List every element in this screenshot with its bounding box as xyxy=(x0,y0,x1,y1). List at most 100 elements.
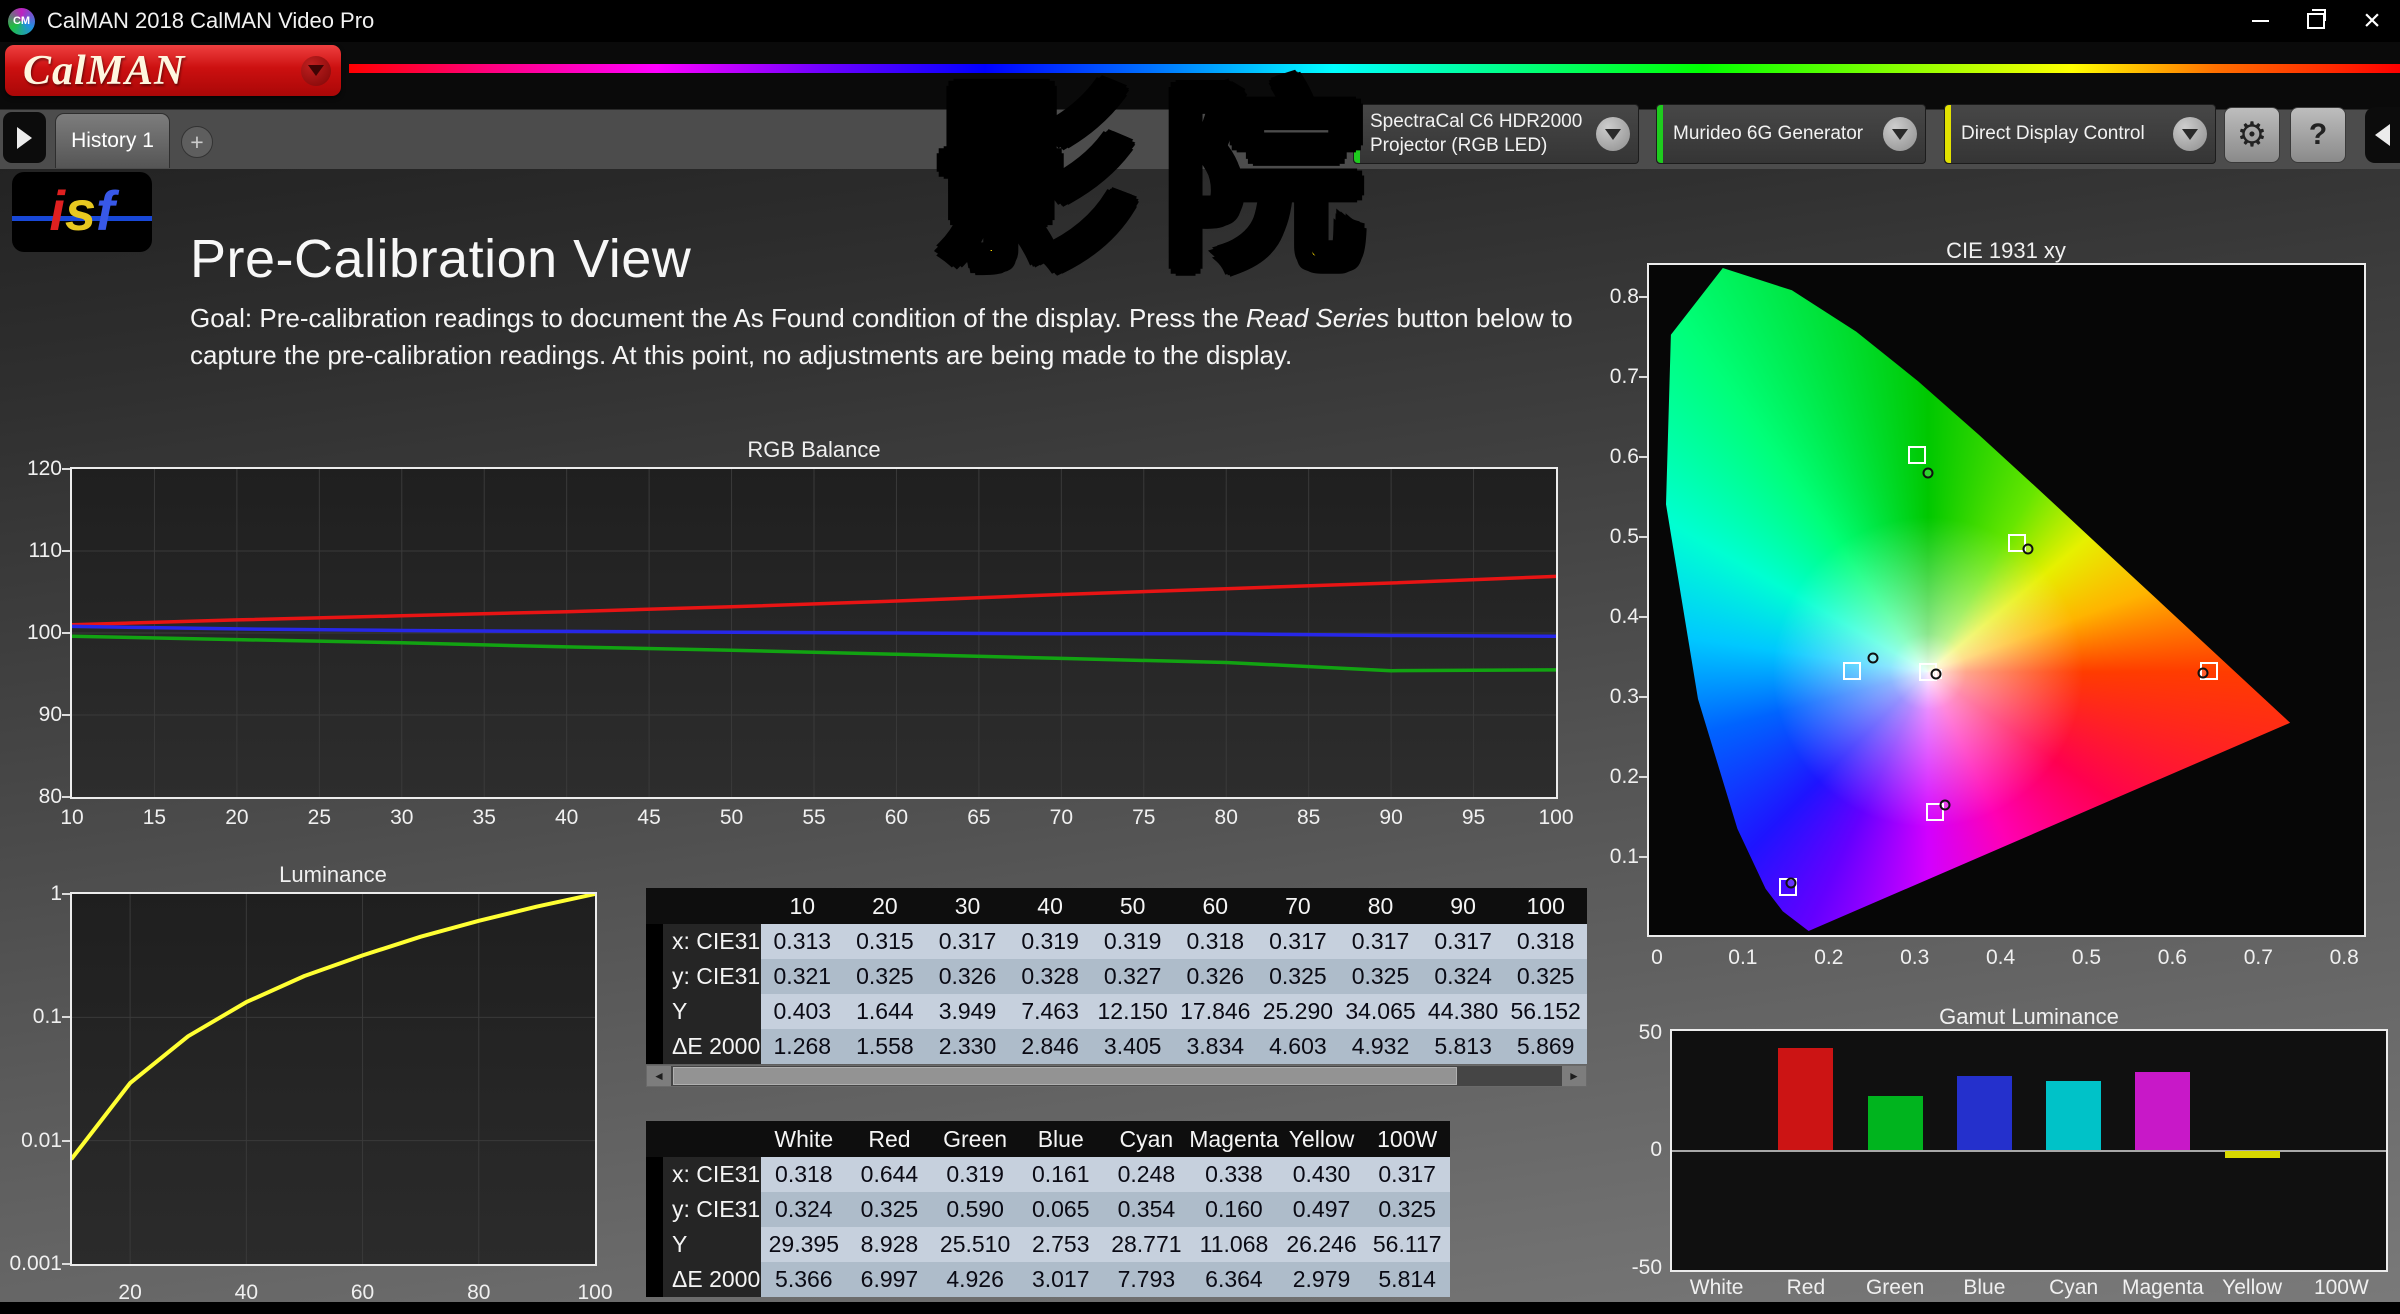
luminance-xtick-label: 40 xyxy=(234,1281,259,1304)
grayscale-table-cell: 0.327 xyxy=(1091,959,1174,994)
cie-measured-cyan xyxy=(1867,652,1879,664)
cie-xtick-label: 0.8 xyxy=(2329,946,2359,969)
gamut-table-row-label: x: CIE31 xyxy=(663,1157,761,1192)
rgb-xtick-label: 65 xyxy=(967,806,991,829)
rgb-balance-chart xyxy=(70,467,1558,799)
scrollbar-thumb[interactable] xyxy=(673,1067,1458,1085)
rgb-ytick-mark xyxy=(62,632,70,634)
isf-letter-f: f xyxy=(96,179,115,243)
rgb-xtick-label: 45 xyxy=(637,806,661,829)
source-status-bar xyxy=(1657,105,1663,163)
gamut-table-cell: 28.771 xyxy=(1103,1227,1190,1262)
cie-ytick-mark xyxy=(1639,376,1647,378)
close-button[interactable]: × xyxy=(2344,0,2400,42)
cie-ytick-mark xyxy=(1639,616,1647,618)
meter-line2: Projector (RGB LED) xyxy=(1370,135,1548,156)
rgb-balance-title: RGB Balance xyxy=(747,437,881,462)
window-title: CalMAN 2018 CalMAN Video Pro xyxy=(47,8,375,33)
meter-dropdown-button[interactable] xyxy=(1596,117,1630,151)
settings-button[interactable]: ⚙ xyxy=(2224,107,2280,163)
cie-ytick-label: 0.6 xyxy=(1609,445,1639,468)
grayscale-table-scrollbar[interactable]: ◄ ► xyxy=(646,1065,1587,1087)
minimize-button[interactable] xyxy=(2232,0,2288,42)
luminance-xtick-label: 80 xyxy=(467,1281,491,1304)
gamut-category-label: Magenta xyxy=(2122,1276,2204,1299)
meter-dropdown[interactable]: SpectraCal C6 HDR2000 Projector (RGB LED… xyxy=(1353,104,1639,164)
display-control-dropdown-button[interactable] xyxy=(2173,117,2207,151)
gamut-table-row-label: ΔE 2000 xyxy=(663,1262,761,1297)
calman-menu-button[interactable]: CalMAN xyxy=(5,45,341,96)
gamut-table-header-cell: Magenta xyxy=(1189,1121,1279,1157)
scroll-left-button[interactable]: ◄ xyxy=(647,1066,671,1086)
page-title: Pre-Calibration View xyxy=(190,229,692,289)
close-icon: × xyxy=(2363,4,2381,37)
cie-xtick-label: 0.5 xyxy=(2071,946,2102,969)
luminance-ytick-mark xyxy=(62,893,70,895)
cie-ytick-label: 0.3 xyxy=(1609,685,1639,708)
calman-menu-dropdown-icon[interactable] xyxy=(301,55,331,86)
gamut-table-header-cell: Red xyxy=(846,1121,933,1157)
help-icon: ? xyxy=(2308,118,2328,151)
gamut-table-cell: 4.926 xyxy=(932,1262,1018,1297)
source-dropdown[interactable]: Murideo 6G Generator xyxy=(1656,104,1926,164)
cie-ytick-mark xyxy=(1639,536,1647,538)
gamut-table-cell: 25.510 xyxy=(932,1227,1018,1262)
gamut-table-cell: 0.160 xyxy=(1189,1192,1279,1227)
gamut-luminance-title: Gamut Luminance xyxy=(1939,1004,2119,1029)
source-dropdown-button[interactable] xyxy=(1883,117,1917,151)
rgb-xtick-label: 85 xyxy=(1296,806,1321,829)
goal-prefix: Goal: Pre-calibration readings to docume… xyxy=(190,303,1247,333)
cie-measured-green xyxy=(1922,467,1934,479)
grayscale-table-cell: 0.319 xyxy=(1008,924,1092,959)
scroll-right-icon: ► xyxy=(1568,1069,1580,1083)
grayscale-table-cell: 5.869 xyxy=(1504,1029,1587,1064)
restore-icon xyxy=(2307,9,2326,29)
grayscale-table-cell: 7.463 xyxy=(1008,994,1092,1029)
cie-xtick-label: 0.4 xyxy=(1985,946,2016,969)
gamut-table-cell: 0.338 xyxy=(1189,1157,1279,1192)
rgb-xtick-label: 10 xyxy=(60,806,84,829)
app-icon-text: CM xyxy=(12,15,31,27)
gamut-table-header-cell: White xyxy=(761,1121,847,1157)
gamut-table-cell: 29.395 xyxy=(761,1227,847,1262)
luminance-xtick-label: 100 xyxy=(577,1281,613,1304)
gamut-table-cell: 0.354 xyxy=(1103,1192,1190,1227)
grayscale-table-header-cell: 90 xyxy=(1421,888,1505,924)
display-control-dropdown[interactable]: Direct Display Control xyxy=(1944,104,2216,164)
grayscale-table-cell: 1.268 xyxy=(761,1029,844,1064)
grayscale-table-cell: 0.317 xyxy=(1256,924,1340,959)
cie-measured-blue xyxy=(1785,877,1797,889)
scroll-right-button[interactable]: ► xyxy=(1562,1066,1586,1086)
luminance-xtick-label: 60 xyxy=(350,1281,375,1304)
luminance-ytick-label: 0.1 xyxy=(32,1005,62,1029)
rgb-xtick-label: 50 xyxy=(719,806,744,829)
grayscale-table-header-cell: 80 xyxy=(1339,888,1422,924)
collapse-panel-button[interactable] xyxy=(2365,107,2400,163)
cie-ytick-mark xyxy=(1639,456,1647,458)
grayscale-table-cell: 0.317 xyxy=(1339,924,1422,959)
gamut-table-header-cell: 100W xyxy=(1364,1121,1450,1157)
cie-xtick-label: 0.3 xyxy=(1900,946,1930,969)
grayscale-table-cell: 0.326 xyxy=(926,959,1009,994)
gamut-table-cell: 2.753 xyxy=(1017,1227,1104,1262)
gamut-ytick-label: -50 xyxy=(1631,1256,1662,1279)
grayscale-table-cell: 34.065 xyxy=(1339,994,1422,1029)
arrow-left-icon xyxy=(2375,124,2390,146)
gamut-table-cell: 11.068 xyxy=(1189,1227,1279,1262)
tab-history-label: History 1 xyxy=(71,129,154,152)
grayscale-table-header-cell: 10 xyxy=(761,888,844,924)
cie-measured-red xyxy=(2197,667,2209,679)
rgb-xtick-label: 75 xyxy=(1132,806,1156,829)
scrollbar-track[interactable] xyxy=(671,1066,1562,1086)
tab-history-1[interactable]: History 1 xyxy=(55,113,170,168)
help-button[interactable]: ? xyxy=(2290,107,2346,163)
gear-icon: ⚙ xyxy=(2236,116,2268,154)
rgb-ytick-label: 120 xyxy=(26,457,62,480)
grayscale-table-cell: 0.317 xyxy=(1421,924,1505,959)
workflow-advance-button[interactable] xyxy=(3,112,46,163)
rgb-xtick-label: 15 xyxy=(142,806,167,829)
restore-button[interactable] xyxy=(2288,0,2344,42)
add-tab-button[interactable]: + xyxy=(181,126,213,158)
grayscale-table-header-cell: 60 xyxy=(1173,888,1257,924)
gamut-category-label: Yellow xyxy=(2222,1276,2283,1299)
